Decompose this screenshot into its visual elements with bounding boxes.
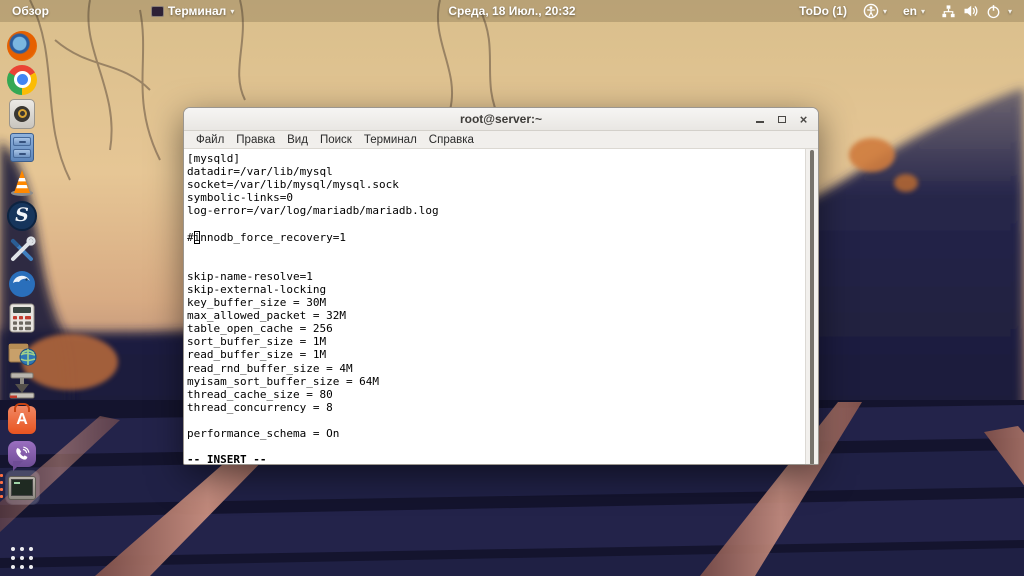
launcher-item-file-cabinet[interactable] xyxy=(6,131,39,164)
thunderbird-icon xyxy=(9,270,35,297)
speaker-media-icon xyxy=(9,98,35,129)
launcher-item-viber[interactable] xyxy=(6,437,39,471)
terminal-line: performance_schema = On xyxy=(187,426,340,440)
terminal-line: symbolic-links=0 xyxy=(187,191,293,205)
todo-label: ToDo (1) xyxy=(799,4,847,18)
chevron-down-icon: ▾ xyxy=(230,6,235,16)
launcher-item-s-app[interactable]: S xyxy=(6,199,39,232)
terminal-icon xyxy=(8,475,36,500)
ubuntu-software-icon: A xyxy=(8,402,36,434)
window-titlebar[interactable]: root@server:~ × xyxy=(184,108,818,131)
s-app-icon: S xyxy=(7,200,37,231)
launcher-item-terminal[interactable] xyxy=(0,471,39,504)
activities-button[interactable]: Обзор xyxy=(4,0,57,22)
accessibility-icon xyxy=(863,3,879,19)
terminal-scrollbar[interactable] xyxy=(805,149,818,464)
show-applications-button[interactable] xyxy=(0,547,44,570)
indicator-area: ToDo (1) ▾ en ▾ ▾ xyxy=(791,0,1024,22)
running-window-pips xyxy=(0,474,3,498)
terminal-line: skip-name-resolve=1 xyxy=(187,269,313,283)
todo-indicator[interactable]: ToDo (1) xyxy=(791,0,855,22)
accessibility-menu[interactable]: ▾ xyxy=(855,0,895,22)
scrollbar-thumb[interactable] xyxy=(810,150,814,464)
menu-search[interactable]: Поиск xyxy=(314,134,358,146)
calculator-icon xyxy=(9,303,35,332)
package-globe-icon xyxy=(8,343,37,365)
launcher-item-firefox[interactable] xyxy=(6,29,39,62)
launcher-item-speaker-media[interactable] xyxy=(6,97,39,130)
chevron-down-icon: ▾ xyxy=(882,6,887,16)
terminal-line: socket=/var/lib/mysql/mysql.sock xyxy=(187,178,399,192)
terminal-line: sort_buffer_size = 1M xyxy=(187,335,327,349)
top-bar: Обзор Терминал ▾ Среда, 18 Июл., 20:32 T… xyxy=(0,0,1024,22)
chevron-down-icon: ▾ xyxy=(1007,6,1012,16)
system-menu[interactable]: ▾ xyxy=(933,0,1024,22)
keyboard-layout-menu[interactable]: en ▾ xyxy=(895,0,933,22)
terminal-line: key_buffer_size = 30M xyxy=(187,296,327,310)
viber-icon xyxy=(8,440,36,471)
launcher-item-tools[interactable] xyxy=(6,233,39,266)
menu-file[interactable]: Файл xyxy=(190,134,230,146)
launcher-item-chromium[interactable] xyxy=(6,63,39,96)
terminal-lines-after: skip-name-resolve=1 skip-external-locking… xyxy=(187,244,805,454)
terminal-line: datadir=/var/lib/mysql xyxy=(187,165,333,179)
chromium-icon xyxy=(7,64,37,95)
volume-icon xyxy=(963,3,979,19)
terminal-line: table_open_cache = 256 xyxy=(187,322,333,336)
terminal-line: read_buffer_size = 1M xyxy=(187,348,327,362)
chevron-down-icon: ▾ xyxy=(920,6,925,16)
window-menubar: Файл Правка Вид Поиск Терминал Справка xyxy=(184,131,818,149)
terminal-line: myisam_sort_buffer_size = 64M xyxy=(187,374,380,388)
archive-press-icon xyxy=(9,372,35,398)
window-controls: × xyxy=(753,113,818,126)
terminal-line: read_rnd_buffer_size = 4M xyxy=(187,361,353,375)
apps-grid-icon xyxy=(10,547,34,570)
menu-edit[interactable]: Правка xyxy=(230,134,281,146)
launcher-item-vlc[interactable] xyxy=(6,165,39,198)
vlc-cone-icon xyxy=(11,169,33,196)
close-button[interactable]: × xyxy=(797,113,810,126)
app-menu-label: Терминал xyxy=(167,4,227,18)
close-icon: × xyxy=(799,111,808,127)
launcher-item-calculator[interactable] xyxy=(6,301,39,334)
launcher-item-archive-press[interactable] xyxy=(6,369,39,402)
terminal-line: thread_concurrency = 8 xyxy=(187,400,333,414)
terminal-line: log-error=/var/log/mariadb/mariadb.log xyxy=(187,204,439,218)
terminal-line: max_allowed_packet = 32M xyxy=(187,309,346,323)
launcher-item-package-globe[interactable] xyxy=(6,335,39,368)
app-menu-button[interactable]: Терминал ▾ xyxy=(143,0,242,22)
terminal-lines-before: [mysqld] datadir=/var/lib/mysql socket=/va… xyxy=(187,152,805,231)
tools-icon xyxy=(11,235,36,261)
file-cabinet-icon xyxy=(10,133,34,162)
vim-insert-status: -- INSERT -- xyxy=(187,453,267,465)
window-title: root@server:~ xyxy=(459,112,543,126)
power-icon xyxy=(986,4,1001,19)
desktop: Обзор Терминал ▾ Среда, 18 Июл., 20:32 T… xyxy=(0,0,1024,576)
launcher-item-ubuntu-software[interactable]: A xyxy=(6,402,39,436)
menu-help[interactable]: Справка xyxy=(423,134,480,146)
terminal-line: thread_cache_size = 80 xyxy=(187,387,333,401)
launcher-dock: S A xyxy=(0,22,44,576)
terminal-mini-icon xyxy=(150,5,164,17)
terminal-text: [mysqld] datadir=/var/lib/mysql socket=/va… xyxy=(184,149,805,465)
menu-terminal[interactable]: Терминал xyxy=(358,134,423,146)
wired-network-icon xyxy=(941,4,956,19)
maximize-button[interactable] xyxy=(775,113,788,126)
terminal-content-area[interactable]: [mysqld] datadir=/var/lib/mysql socket=/va… xyxy=(184,149,818,465)
firefox-icon xyxy=(7,30,37,61)
terminal-line: skip-external-locking xyxy=(187,282,327,296)
terminal-window: root@server:~ × Файл Правка Вид Поиск Те… xyxy=(183,107,819,465)
minimize-button[interactable] xyxy=(753,113,766,126)
terminal-line-with-cursor: #innodb_force_recovery=1 xyxy=(187,230,346,244)
menu-view[interactable]: Вид xyxy=(281,134,314,146)
keyboard-layout-label: en xyxy=(902,4,917,18)
launcher-item-thunderbird[interactable] xyxy=(6,267,39,300)
activities-label: Обзор xyxy=(12,4,49,18)
terminal-line: [mysqld] xyxy=(187,152,240,165)
